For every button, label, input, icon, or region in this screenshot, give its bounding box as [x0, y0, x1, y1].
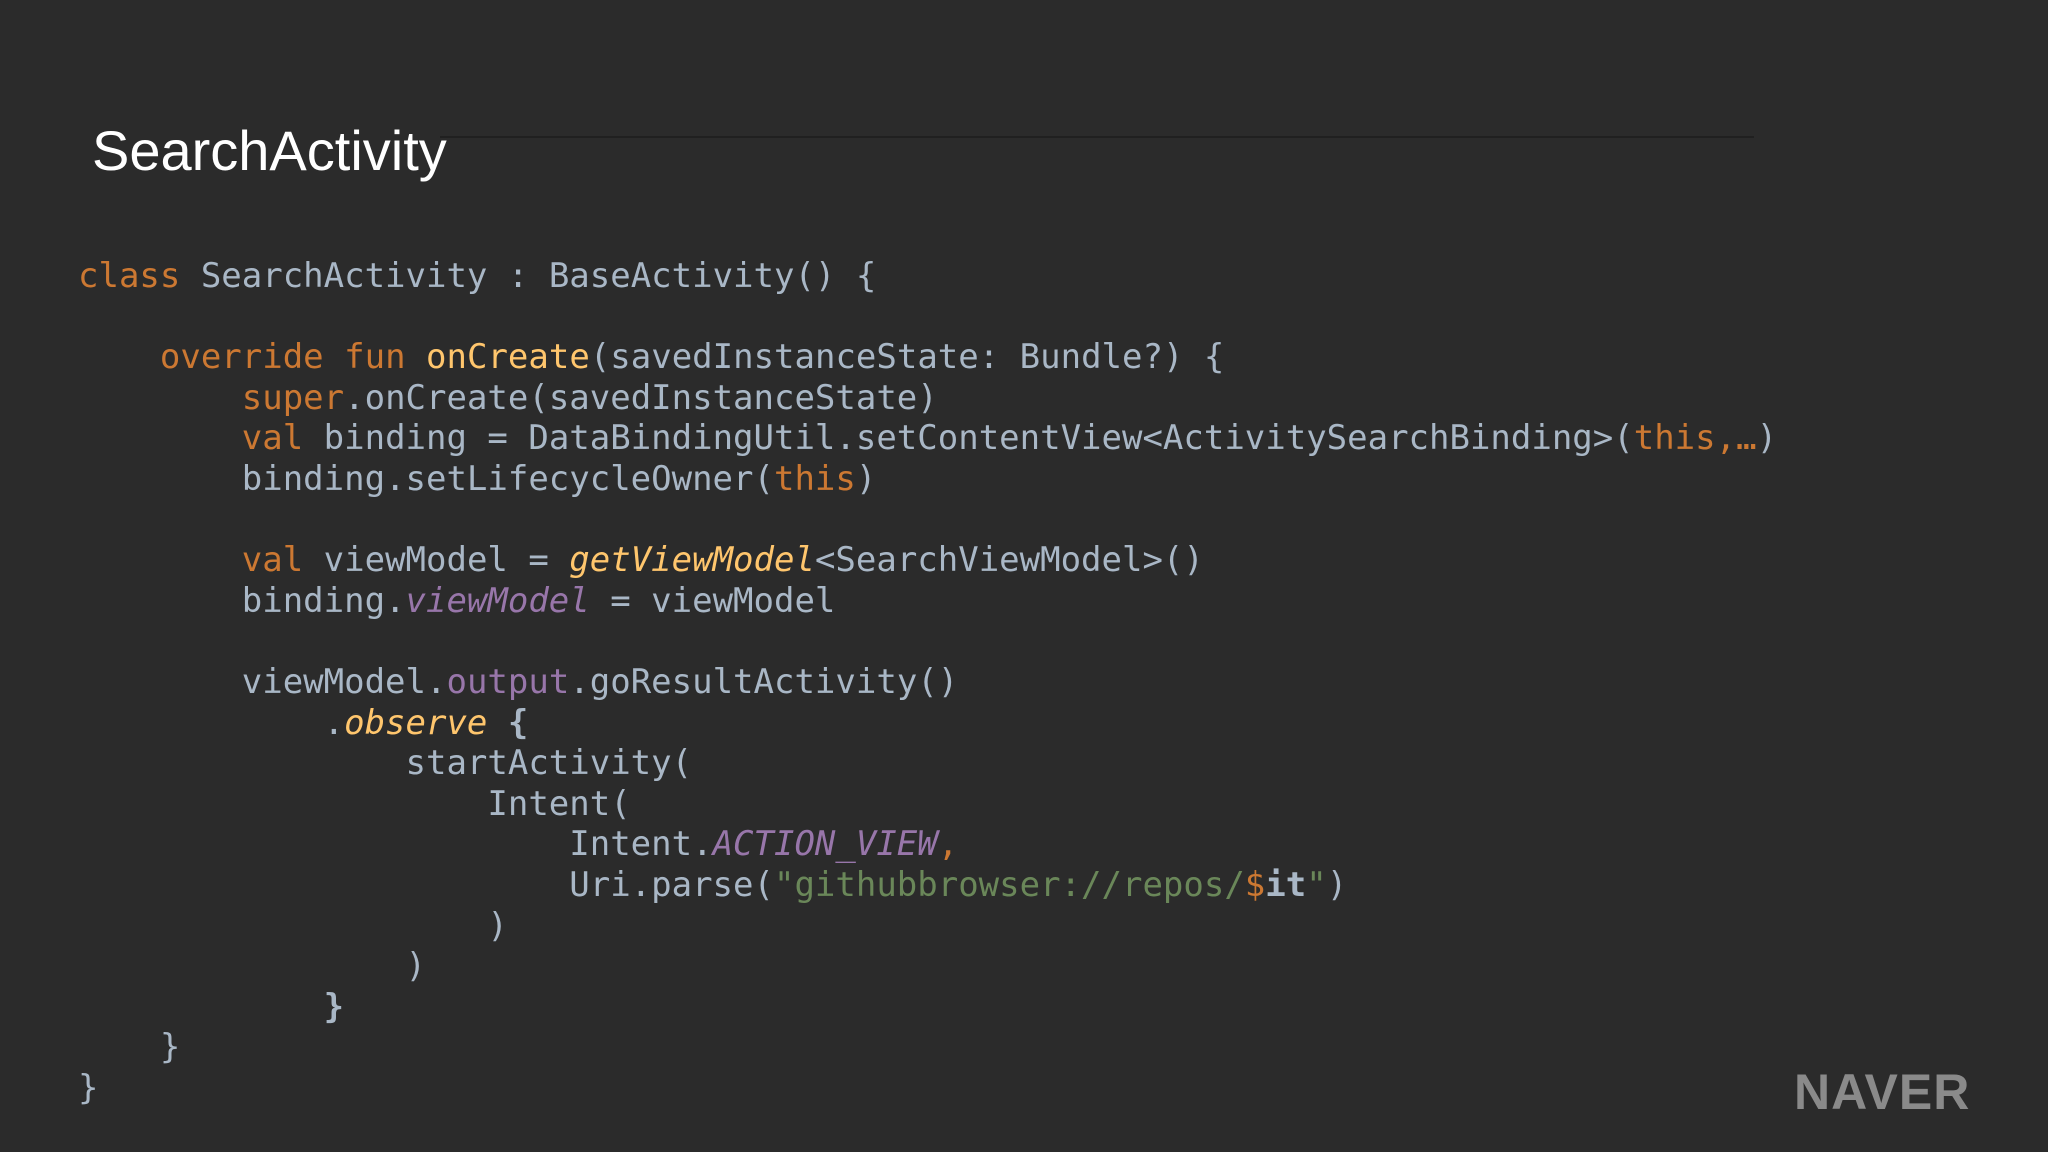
naver-logo: NAVER: [1794, 1064, 1971, 1120]
code-token: }: [323, 986, 345, 1027]
code-token: val: [241, 540, 304, 581]
code-token: override: [159, 337, 324, 378]
code-token: output: [446, 661, 570, 702]
code-line: }: [78, 987, 1777, 1028]
code-token: ): [78, 905, 508, 946]
code-token: binding.setLifecycleOwner(: [78, 458, 774, 499]
code-token: }: [78, 1027, 181, 1068]
code-line: viewModel.output.goResultActivity(): [78, 662, 1777, 703]
slide-title: SearchActivity: [92, 119, 447, 182]
code-line: ): [78, 906, 1777, 947]
code-token: }: [78, 1067, 99, 1108]
code-line: val binding = DataBindingUtil.setContent…: [78, 418, 1777, 459]
code-token: this: [773, 458, 856, 499]
code-token: super: [241, 377, 345, 418]
code-line: class SearchActivity : BaseActivity() {: [78, 256, 1777, 297]
code-line: val viewModel = getViewModel<SearchViewM…: [78, 540, 1777, 581]
code-token: Uri.parse(: [78, 864, 774, 905]
code-token: viewModel =: [303, 540, 570, 581]
code-token: .onCreate(savedInstanceState): [344, 377, 938, 418]
code-token: ): [855, 458, 877, 499]
code-line: Intent.ACTION_VIEW,: [78, 824, 1777, 865]
code-token: SearchActivity : BaseActivity() {: [180, 256, 877, 296]
code-token: Intent.: [78, 824, 713, 865]
code-token: ,: [937, 824, 959, 865]
code-token: observe: [344, 702, 488, 743]
code-token: binding.: [78, 580, 406, 621]
code-token: Intent(: [78, 783, 631, 824]
code-line: }: [78, 1068, 1777, 1109]
code-line: Uri.parse("githubbrowser://repos/$it"): [78, 865, 1777, 906]
code-token: ): [1756, 418, 1778, 459]
code-token: "githubbrowser://repos/: [773, 864, 1245, 905]
code-token: ACTION_VIEW: [712, 824, 938, 865]
code-line: binding.viewModel = viewModel: [78, 581, 1777, 622]
code-line: super.onCreate(savedInstanceState): [78, 378, 1777, 419]
code-line: .observe {: [78, 703, 1777, 744]
code-token: ): [1326, 864, 1348, 905]
code-token: val: [241, 418, 304, 459]
code-line: override fun onCreate(savedInstanceState…: [78, 337, 1777, 378]
code-line: }: [78, 1027, 1777, 1068]
code-line: startActivity(: [78, 743, 1777, 784]
code-token: ): [78, 946, 426, 987]
title-divider: [440, 136, 1754, 138]
code-token: .goResultActivity(): [569, 661, 959, 702]
code-token: getViewModel: [569, 540, 815, 581]
code-token: this: [1633, 418, 1716, 459]
code-token: ,…: [1715, 418, 1757, 459]
code-token: binding = DataBindingUtil.setContentView…: [303, 418, 1634, 459]
code-token: ": [1306, 864, 1327, 905]
code-block: class SearchActivity : BaseActivity() { …: [78, 256, 1777, 1108]
code-token: startActivity(: [78, 743, 693, 784]
code-token: fun: [344, 337, 406, 378]
code-token: .: [78, 702, 345, 743]
code-token: {: [507, 702, 529, 743]
code-token: = viewModel: [589, 580, 836, 621]
code-line: Intent(: [78, 784, 1777, 825]
code-token: onCreate: [426, 337, 590, 378]
code-token: viewModel: [405, 580, 590, 621]
code-token: viewModel.: [78, 661, 447, 702]
code-line: binding.setLifecycleOwner(this): [78, 459, 1777, 500]
code-token: (savedInstanceState: Bundle?) {: [589, 337, 1225, 378]
code-token: <SearchViewModel>(): [814, 540, 1204, 581]
code-token: $: [1244, 864, 1266, 905]
code-token: class: [78, 256, 181, 296]
code-token: it: [1265, 864, 1307, 905]
code-line: ): [78, 946, 1777, 987]
